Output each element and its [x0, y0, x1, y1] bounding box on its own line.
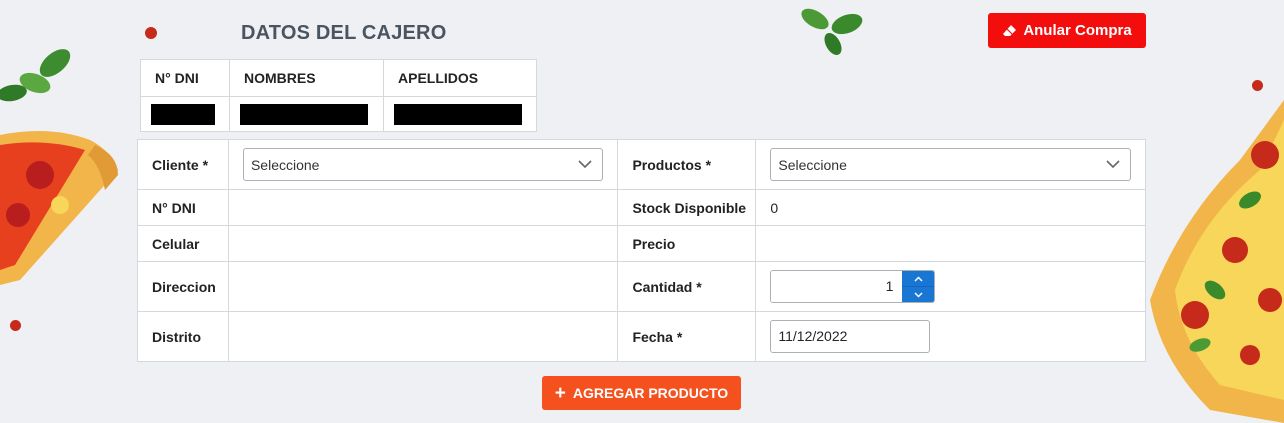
redacted-block [151, 103, 215, 125]
tomato-dot [10, 320, 21, 331]
form-row: Cliente * Seleccione Productos * Selecci… [137, 139, 1146, 190]
chevron-down-icon [578, 160, 593, 169]
distrito-value [227, 311, 619, 362]
cashier-header-row: N° DNI NOMBRES APELLIDOS [140, 59, 537, 97]
stock-value: 0 [755, 189, 1146, 226]
stepper-arrows [902, 271, 935, 302]
cashier-dni-cell [140, 96, 230, 132]
chevron-up-icon [914, 275, 923, 282]
add-product-button[interactable]: + AGREGAR PRODUCTO [542, 376, 741, 410]
form-row: Celular Precio [137, 225, 1146, 262]
tomato-dot [1252, 80, 1263, 91]
cancel-purchase-label: Anular Compra [1023, 22, 1132, 39]
column-header-apellidos: APELLIDOS [383, 59, 537, 97]
dni-label: N° DNI [137, 189, 229, 226]
increment-button[interactable] [902, 271, 935, 287]
pizza-slice-right-illustration [1150, 100, 1284, 423]
cancel-purchase-button[interactable]: Anular Compra [988, 13, 1146, 48]
plus-icon: + [554, 382, 566, 404]
cliente-label: Cliente * [137, 139, 229, 190]
column-header-dni: N° DNI [140, 59, 230, 97]
page-title: DATOS DEL CAJERO [241, 22, 447, 44]
eraser-icon [1003, 25, 1017, 36]
pizza-slice-left-illustration [0, 131, 118, 285]
form-row: Distrito Fecha * 11/12/2022 [137, 311, 1146, 362]
cashier-apellidos-cell [383, 96, 537, 132]
celular-label: Celular [137, 225, 229, 262]
cantidad-label: Cantidad * [617, 261, 757, 312]
productos-select[interactable]: Seleccione [770, 148, 1131, 181]
fecha-input[interactable]: 11/12/2022 [770, 320, 931, 353]
cashier-table: N° DNI NOMBRES APELLIDOS [140, 59, 537, 132]
form-row: Direccion Cantidad * 1 [137, 261, 1146, 312]
chevron-down-icon [914, 291, 923, 298]
productos-cell: Seleccione [755, 139, 1146, 190]
cantidad-cell: 1 [755, 261, 1146, 312]
basil-leaves-top-icon [801, 8, 863, 55]
cantidad-stepper[interactable]: 1 [770, 270, 936, 303]
stock-label: Stock Disponible [617, 189, 757, 226]
cashier-nombres-cell [229, 96, 384, 132]
precio-value [755, 225, 1146, 262]
fecha-label: Fecha * [617, 311, 757, 362]
cantidad-input[interactable]: 1 [771, 271, 903, 302]
add-product-label: AGREGAR PRODUCTO [572, 385, 729, 401]
direccion-value [227, 261, 619, 312]
precio-label: Precio [617, 225, 757, 262]
purchase-form-table: Cliente * Seleccione Productos * Selecci… [137, 139, 1146, 362]
celular-value [227, 225, 619, 262]
redacted-block [394, 103, 522, 125]
cliente-select-value: Seleccione [250, 156, 320, 173]
cliente-select[interactable]: Seleccione [242, 148, 604, 181]
direccion-label: Direccion [137, 261, 229, 312]
cashier-data-row [140, 96, 537, 132]
basil-leaves-left-icon [0, 49, 71, 102]
tomato-dot [145, 27, 157, 39]
productos-label: Productos * [617, 139, 757, 190]
distrito-label: Distrito [137, 311, 229, 362]
decrement-button[interactable] [902, 287, 934, 302]
cliente-cell: Seleccione [227, 139, 619, 190]
redacted-block [240, 103, 368, 125]
chevron-down-icon [1106, 160, 1120, 169]
column-header-nombres: NOMBRES [229, 59, 384, 97]
productos-select-value: Seleccione [778, 156, 847, 173]
fecha-cell: 11/12/2022 [755, 311, 1146, 362]
dni-value [227, 189, 619, 226]
form-row: N° DNI Stock Disponible 0 [137, 189, 1146, 226]
